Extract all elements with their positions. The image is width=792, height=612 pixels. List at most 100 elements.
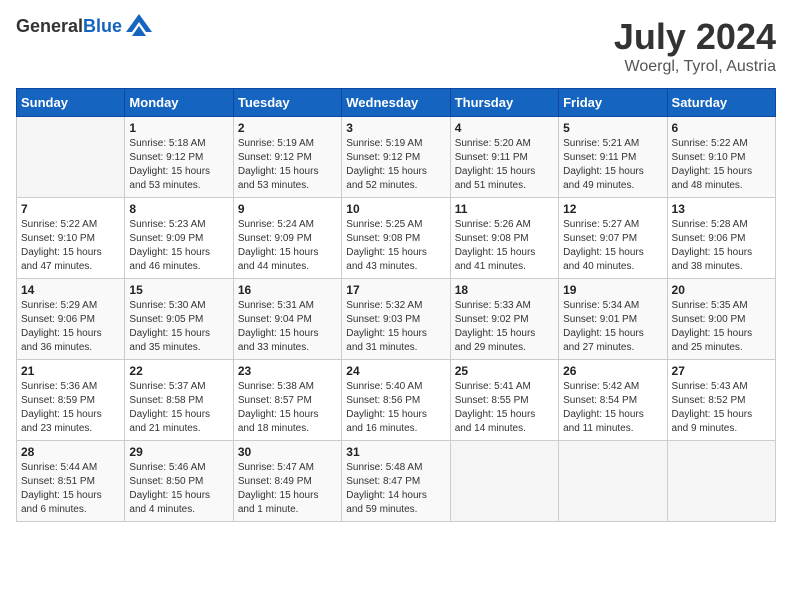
day-info: Sunrise: 5:23 AM Sunset: 9:09 PM Dayligh… bbox=[129, 218, 228, 274]
calendar-cell: 2 Sunrise: 5:19 AM Sunset: 9:12 PM Daylig… bbox=[233, 117, 341, 198]
calendar-cell: 13 Sunrise: 5:28 AM Sunset: 9:06 PM Dayli… bbox=[667, 198, 775, 279]
calendar-week-2: 7 Sunrise: 5:22 AM Sunset: 9:10 PM Daylig… bbox=[17, 198, 776, 279]
day-number: 20 bbox=[672, 283, 771, 297]
calendar-cell: 22Sunrise: 5:37 AM Sunset: 8:58 PM Dayli… bbox=[125, 360, 233, 441]
day-number: 14 bbox=[21, 283, 120, 297]
calendar-cell: 5 Sunrise: 5:21 AM Sunset: 9:11 PM Daylig… bbox=[559, 117, 667, 198]
day-number: 23 bbox=[238, 364, 337, 378]
day-number: 7 bbox=[21, 202, 120, 216]
header: GeneralBlue July 2024 Woergl, Tyrol, Aus… bbox=[16, 16, 776, 76]
calendar-week-1: 1 Sunrise: 5:18 AM Sunset: 9:12 PM Daylig… bbox=[17, 117, 776, 198]
calendar-cell: 14Sunrise: 5:29 AM Sunset: 9:06 PM Dayli… bbox=[17, 279, 125, 360]
calendar-table: SundayMondayTuesdayWednesdayThursdayFrid… bbox=[16, 88, 776, 522]
day-number: 16 bbox=[238, 283, 337, 297]
calendar-cell bbox=[450, 441, 558, 522]
calendar-cell: 12 Sunrise: 5:27 AM Sunset: 9:07 PM Dayli… bbox=[559, 198, 667, 279]
calendar-cell: 10 Sunrise: 5:25 AM Sunset: 9:08 PM Dayli… bbox=[342, 198, 450, 279]
day-number: 2 bbox=[238, 121, 337, 135]
weekday-header-sunday: Sunday bbox=[17, 89, 125, 117]
weekday-header-saturday: Saturday bbox=[667, 89, 775, 117]
day-info: Sunrise: 5:22 AM Sunset: 9:10 PM Dayligh… bbox=[672, 137, 771, 193]
weekday-header-wednesday: Wednesday bbox=[342, 89, 450, 117]
day-info: Sunrise: 5:25 AM Sunset: 9:08 PM Dayligh… bbox=[346, 218, 445, 274]
calendar-cell: 15 Sunrise: 5:30 AM Sunset: 9:05 PM Dayli… bbox=[125, 279, 233, 360]
day-number: 12 bbox=[563, 202, 662, 216]
day-info: Sunrise: 5:36 AM Sunset: 8:59 PM Dayligh… bbox=[21, 380, 120, 436]
day-number: 27 bbox=[672, 364, 771, 378]
day-info: Sunrise: 5:34 AM Sunset: 9:01 PM Dayligh… bbox=[563, 299, 662, 355]
day-info: Sunrise: 5:19 AM Sunset: 9:12 PM Dayligh… bbox=[238, 137, 337, 193]
day-info: Sunrise: 5:46 AM Sunset: 8:50 PM Dayligh… bbox=[129, 461, 228, 517]
day-info: Sunrise: 5:19 AM Sunset: 9:12 PM Dayligh… bbox=[346, 137, 445, 193]
calendar-cell: 11 Sunrise: 5:26 AM Sunset: 9:08 PM Dayli… bbox=[450, 198, 558, 279]
calendar-cell: 1 Sunrise: 5:18 AM Sunset: 9:12 PM Daylig… bbox=[125, 117, 233, 198]
day-number: 29 bbox=[129, 445, 228, 459]
day-number: 17 bbox=[346, 283, 445, 297]
day-number: 25 bbox=[455, 364, 554, 378]
calendar-cell: 24Sunrise: 5:40 AM Sunset: 8:56 PM Dayli… bbox=[342, 360, 450, 441]
day-number: 30 bbox=[238, 445, 337, 459]
calendar-cell: 9Sunrise: 5:24 AM Sunset: 9:09 PM Daylig… bbox=[233, 198, 341, 279]
calendar-cell: 4Sunrise: 5:20 AM Sunset: 9:11 PM Daylig… bbox=[450, 117, 558, 198]
calendar-cell: 31Sunrise: 5:48 AM Sunset: 8:47 PM Dayli… bbox=[342, 441, 450, 522]
calendar-cell: 17 Sunrise: 5:32 AM Sunset: 9:03 PM Dayli… bbox=[342, 279, 450, 360]
calendar-cell bbox=[17, 117, 125, 198]
day-number: 1 bbox=[129, 121, 228, 135]
day-number: 11 bbox=[455, 202, 554, 216]
location-title: Woergl, Tyrol, Austria bbox=[614, 58, 776, 76]
calendar-cell: 26Sunrise: 5:42 AM Sunset: 8:54 PM Dayli… bbox=[559, 360, 667, 441]
day-number: 6 bbox=[672, 121, 771, 135]
day-number: 3 bbox=[346, 121, 445, 135]
day-info: Sunrise: 5:35 AM Sunset: 9:00 PM Dayligh… bbox=[672, 299, 771, 355]
logo: GeneralBlue bbox=[16, 16, 122, 37]
day-info: Sunrise: 5:32 AM Sunset: 9:03 PM Dayligh… bbox=[346, 299, 445, 355]
day-info: Sunrise: 5:21 AM Sunset: 9:11 PM Dayligh… bbox=[563, 137, 662, 193]
day-info: Sunrise: 5:26 AM Sunset: 9:08 PM Dayligh… bbox=[455, 218, 554, 274]
day-number: 9 bbox=[238, 202, 337, 216]
day-info: Sunrise: 5:20 AM Sunset: 9:11 PM Dayligh… bbox=[455, 137, 554, 193]
day-number: 8 bbox=[129, 202, 228, 216]
day-info: Sunrise: 5:43 AM Sunset: 8:52 PM Dayligh… bbox=[672, 380, 771, 436]
day-number: 5 bbox=[563, 121, 662, 135]
day-number: 19 bbox=[563, 283, 662, 297]
calendar-cell: 27 Sunrise: 5:43 AM Sunset: 8:52 PM Dayli… bbox=[667, 360, 775, 441]
day-info: Sunrise: 5:18 AM Sunset: 9:12 PM Dayligh… bbox=[129, 137, 228, 193]
calendar-cell: 29 Sunrise: 5:46 AM Sunset: 8:50 PM Dayli… bbox=[125, 441, 233, 522]
calendar-cell: 6 Sunrise: 5:22 AM Sunset: 9:10 PM Daylig… bbox=[667, 117, 775, 198]
title-section: July 2024 Woergl, Tyrol, Austria bbox=[614, 16, 776, 76]
weekday-header-friday: Friday bbox=[559, 89, 667, 117]
day-info: Sunrise: 5:22 AM Sunset: 9:10 PM Dayligh… bbox=[21, 218, 120, 274]
day-info: Sunrise: 5:28 AM Sunset: 9:06 PM Dayligh… bbox=[672, 218, 771, 274]
day-number: 13 bbox=[672, 202, 771, 216]
calendar-cell: 25 Sunrise: 5:41 AM Sunset: 8:55 PM Dayli… bbox=[450, 360, 558, 441]
calendar-cell bbox=[559, 441, 667, 522]
calendar-cell: 3 Sunrise: 5:19 AM Sunset: 9:12 PM Daylig… bbox=[342, 117, 450, 198]
day-number: 22 bbox=[129, 364, 228, 378]
weekday-header-thursday: Thursday bbox=[450, 89, 558, 117]
day-number: 10 bbox=[346, 202, 445, 216]
calendar-cell: 8 Sunrise: 5:23 AM Sunset: 9:09 PM Daylig… bbox=[125, 198, 233, 279]
day-number: 15 bbox=[129, 283, 228, 297]
day-info: Sunrise: 5:30 AM Sunset: 9:05 PM Dayligh… bbox=[129, 299, 228, 355]
calendar-cell: 30 Sunrise: 5:47 AM Sunset: 8:49 PM Dayli… bbox=[233, 441, 341, 522]
day-info: Sunrise: 5:41 AM Sunset: 8:55 PM Dayligh… bbox=[455, 380, 554, 436]
day-number: 24 bbox=[346, 364, 445, 378]
calendar-cell: 28Sunrise: 5:44 AM Sunset: 8:51 PM Dayli… bbox=[17, 441, 125, 522]
logo-blue-text: Blue bbox=[83, 16, 122, 36]
day-number: 21 bbox=[21, 364, 120, 378]
day-info: Sunrise: 5:27 AM Sunset: 9:07 PM Dayligh… bbox=[563, 218, 662, 274]
calendar-week-4: 21 Sunrise: 5:36 AM Sunset: 8:59 PM Dayli… bbox=[17, 360, 776, 441]
logo-icon bbox=[126, 14, 152, 36]
day-info: Sunrise: 5:38 AM Sunset: 8:57 PM Dayligh… bbox=[238, 380, 337, 436]
day-number: 18 bbox=[455, 283, 554, 297]
month-title: July 2024 bbox=[614, 16, 776, 58]
weekday-header-monday: Monday bbox=[125, 89, 233, 117]
day-info: Sunrise: 5:31 AM Sunset: 9:04 PM Dayligh… bbox=[238, 299, 337, 355]
logo-general-text: General bbox=[16, 16, 83, 36]
day-info: Sunrise: 5:48 AM Sunset: 8:47 PM Dayligh… bbox=[346, 461, 445, 517]
day-info: Sunrise: 5:47 AM Sunset: 8:49 PM Dayligh… bbox=[238, 461, 337, 517]
calendar-week-5: 28Sunrise: 5:44 AM Sunset: 8:51 PM Dayli… bbox=[17, 441, 776, 522]
calendar-cell: 21 Sunrise: 5:36 AM Sunset: 8:59 PM Dayli… bbox=[17, 360, 125, 441]
calendar-cell: 19 Sunrise: 5:34 AM Sunset: 9:01 PM Dayli… bbox=[559, 279, 667, 360]
weekday-header-tuesday: Tuesday bbox=[233, 89, 341, 117]
